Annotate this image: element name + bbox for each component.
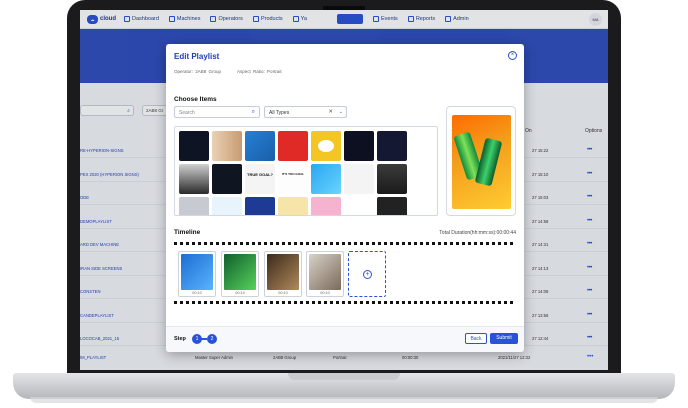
timeline-duration: 00:10 [320, 291, 330, 295]
type-filter-select[interactable]: All Types ✕ ⌄ [264, 106, 347, 118]
back-button[interactable]: Back [465, 333, 487, 344]
timeline-item[interactable]: 00:10 [178, 251, 216, 297]
media-thumb[interactable] [344, 164, 374, 194]
media-thumb[interactable] [311, 197, 341, 215]
search-icon: ⌕ [251, 109, 255, 115]
media-thumb[interactable] [179, 197, 209, 215]
submit-button[interactable]: Submit [490, 333, 518, 344]
total-duration: Total Duration(hh:mm:ss):00:00:44 [439, 230, 516, 236]
step-2[interactable]: 2 [207, 334, 217, 344]
media-thumb[interactable] [377, 164, 407, 194]
add-timeline-item-button[interactable]: + [348, 251, 386, 297]
preview-image [452, 115, 511, 209]
media-thumb[interactable] [311, 131, 341, 161]
laptop-shadow [30, 397, 658, 403]
film-border [174, 301, 516, 304]
timeline-thumb [309, 254, 341, 290]
laptop-base-groove [288, 373, 400, 380]
media-thumb[interactable] [245, 131, 275, 161]
timeline-duration: 00:10 [192, 291, 202, 295]
media-thumb[interactable] [278, 131, 308, 161]
plus-icon: + [363, 270, 372, 279]
timeline-item[interactable]: 00:10 [306, 251, 344, 297]
app-screen: ☁ cloud Dashboard Machines Operators Pro… [80, 10, 608, 370]
items-search-input[interactable]: Search ⌕ [174, 106, 260, 118]
thumb-caption: IT'S TOO GOAL [281, 172, 305, 176]
modal-title: Edit Playlist [174, 52, 220, 61]
timeline-thumb [267, 254, 299, 290]
media-thumb[interactable] [344, 131, 374, 161]
type-filter-value: All Types [269, 110, 290, 116]
aspect-ratio-text: Aspect Ratio: Portrait [237, 69, 282, 74]
timeline-strip: 00:10 00:14 00:10 00:10 + [174, 240, 516, 306]
timeline-item[interactable]: 00:10 [264, 251, 302, 297]
media-thumb[interactable] [377, 197, 407, 215]
media-thumb[interactable] [212, 164, 242, 194]
clear-icon[interactable]: ✕ [328, 109, 333, 115]
timeline-thumb [224, 254, 256, 290]
media-thumb[interactable]: TRUE GOAL? [245, 164, 275, 194]
media-thumb[interactable] [245, 197, 275, 215]
timeline-item[interactable]: 00:14 [221, 251, 259, 297]
thumb-caption: TRUE GOAL? [247, 172, 273, 177]
media-grid: TRUE GOAL? IT'S TOO GOAL [174, 126, 438, 216]
close-icon[interactable]: × [508, 51, 517, 60]
media-thumb[interactable] [344, 197, 374, 215]
media-thumb[interactable] [179, 164, 209, 194]
media-thumb[interactable] [311, 164, 341, 194]
operator-text: Operator: 2AB8 Group [174, 69, 222, 74]
timeline-thumb [181, 254, 213, 290]
media-thumb[interactable] [377, 131, 407, 161]
choose-items-title: Choose Items [174, 96, 217, 103]
preview-can [474, 137, 503, 187]
timeline-duration: 00:10 [278, 291, 288, 295]
media-thumb[interactable] [179, 131, 209, 161]
media-thumb[interactable]: IT'S TOO GOAL [278, 164, 308, 194]
laptop-mockup: ☁ cloud Dashboard Machines Operators Pro… [0, 0, 688, 408]
media-thumb[interactable] [212, 197, 242, 215]
modal-subtitle: Operator: 2AB8 Group Aspect Ratio: Portr… [174, 69, 296, 74]
media-preview [446, 106, 516, 216]
media-thumb[interactable] [278, 197, 308, 215]
modal-footer: Step 1 2 Back Submit [166, 326, 524, 352]
timeline-title: Timeline [174, 229, 201, 236]
chevron-down-icon[interactable]: ⌄ [339, 109, 343, 115]
step-label: Step [174, 336, 186, 342]
film-border [174, 242, 516, 245]
search-placeholder: Search [179, 110, 195, 116]
media-thumb[interactable] [212, 131, 242, 161]
timeline-duration: 00:14 [235, 291, 245, 295]
edit-playlist-modal: Edit Playlist × Operator: 2AB8 Group Asp… [166, 44, 524, 352]
